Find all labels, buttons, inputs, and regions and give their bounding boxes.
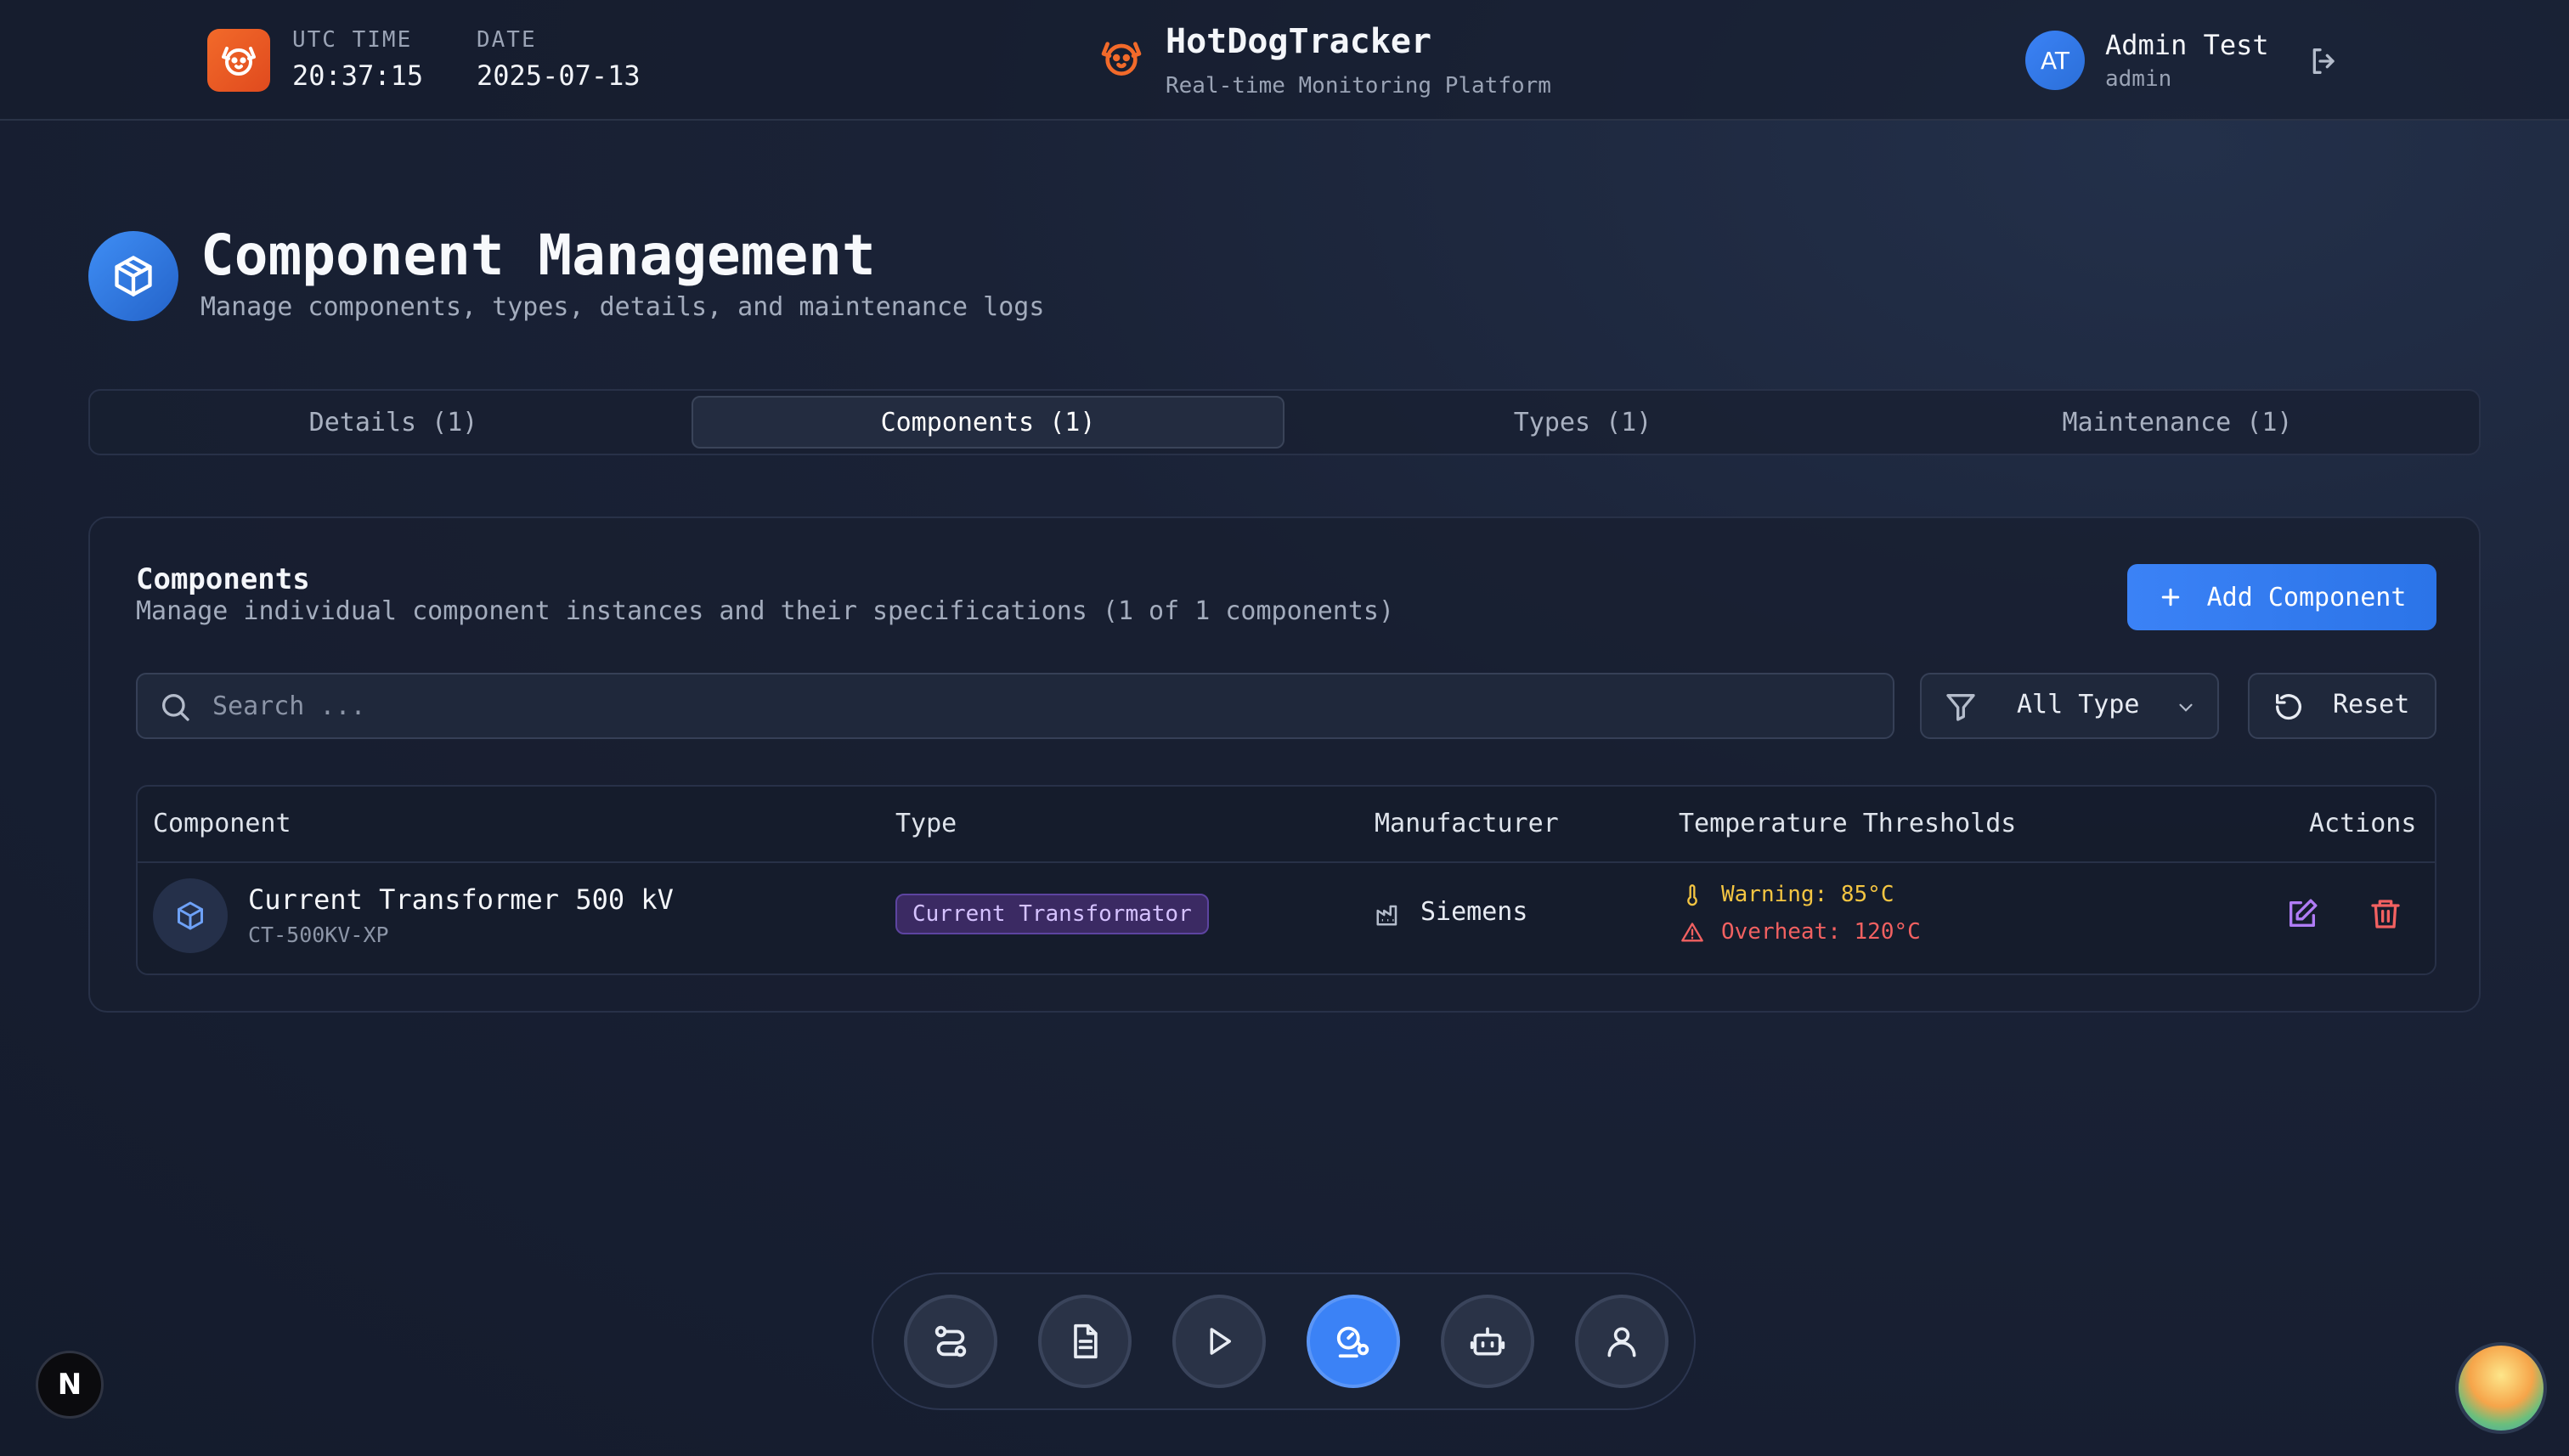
card-subtitle: Manage individual component instances an… (136, 596, 1395, 626)
user-name: Admin Test (2105, 29, 2269, 61)
chevron-down-icon (2179, 703, 2193, 712)
page-subtitle: Manage components, types, details, and m… (200, 292, 1045, 322)
tab-components[interactable]: Components (1) (692, 396, 1284, 449)
components-card: Components Manage individual component i… (88, 516, 2481, 1013)
package-icon (153, 878, 228, 953)
type-badge: Current Transformator (895, 894, 1209, 934)
column-header-temperature: Temperature Thresholds (1679, 809, 2017, 838)
column-header-manufacturer: Manufacturer (1375, 809, 1559, 838)
dog-brand-icon (1101, 42, 1142, 76)
dock-profile-button[interactable] (1575, 1295, 1668, 1388)
tab-bar: Details (1) Components (1) Types (1) Mai… (88, 389, 2481, 455)
edit-icon[interactable] (2285, 897, 2319, 931)
reset-icon (2275, 694, 2301, 720)
package-icon (88, 231, 178, 321)
reset-label: Reset (2333, 690, 2410, 720)
column-header-actions: Actions (2309, 809, 2417, 838)
user-icon (1607, 1327, 1636, 1357)
type-filter-value: All Type (2017, 690, 2140, 720)
dog-logo-icon (207, 29, 270, 92)
logout-icon[interactable] (2307, 44, 2341, 78)
dock-play-button[interactable] (1172, 1295, 1266, 1388)
dock-robot-button[interactable] (1441, 1295, 1534, 1388)
brand-subtitle: Real-time Monitoring Platform (1166, 73, 1551, 99)
utc-time-value: 20:37:15 (292, 59, 424, 92)
routes-icon (934, 1325, 967, 1357)
beach-sticker-icon[interactable] (2455, 1342, 2547, 1434)
plus-icon (2161, 588, 2179, 607)
warning-threshold: Warning: 85°C (1721, 882, 1894, 907)
filter-icon (1946, 694, 1975, 721)
column-header-type: Type (895, 809, 957, 838)
trash-icon[interactable] (2369, 897, 2402, 931)
date-value: 2025-07-13 (477, 59, 641, 92)
divider (138, 861, 2435, 863)
brand-title: HotDogTracker (1166, 22, 1432, 61)
utc-time-label: UTC TIME (292, 27, 413, 53)
add-component-label: Add Component (2206, 582, 2407, 612)
monitoring-icon (1336, 1326, 1369, 1358)
component-name: Current Transformer 500 kV (248, 883, 674, 916)
column-header-component: Component (153, 809, 291, 838)
dock-monitoring-button[interactable] (1307, 1295, 1400, 1388)
search-input[interactable] (212, 674, 1827, 737)
overheat-threshold: Overheat: 120°C (1721, 919, 1921, 945)
add-component-button[interactable]: Add Component (2127, 564, 2436, 630)
type-filter-select[interactable]: All Type (1920, 673, 2219, 739)
search-icon (162, 694, 189, 721)
bottom-dock (872, 1273, 1696, 1410)
alert-triangle-icon (1681, 923, 1703, 942)
dock-documents-button[interactable] (1038, 1295, 1132, 1388)
factory-icon (1376, 905, 1397, 926)
next-dev-badge[interactable]: N (36, 1351, 104, 1419)
robot-icon (1470, 1327, 1505, 1356)
page-title: Component Management (200, 223, 876, 288)
top-bar: UTC TIME 20:37:15 DATE 2025-07-13 HotDog… (0, 0, 2569, 121)
play-icon (1210, 1328, 1231, 1355)
date-label: DATE (477, 27, 537, 53)
component-code: CT-500KV-XP (248, 923, 389, 947)
thermometer-icon (1687, 884, 1697, 906)
tab-maintenance[interactable]: Maintenance (1) (1881, 396, 2474, 449)
user-role: admin (2105, 66, 2172, 92)
avatar[interactable]: AT (2025, 31, 2085, 90)
tab-details[interactable]: Details (1) (97, 396, 690, 449)
manufacturer-name: Siemens (1420, 897, 1528, 927)
document-icon (1074, 1323, 1098, 1359)
dock-routes-button[interactable] (904, 1295, 997, 1388)
reset-button[interactable]: Reset (2248, 673, 2436, 739)
search-box (136, 673, 1894, 739)
tab-types[interactable]: Types (1) (1286, 396, 1879, 449)
components-table: Component Type Manufacturer Temperature … (136, 785, 2436, 975)
card-title: Components (136, 562, 310, 596)
